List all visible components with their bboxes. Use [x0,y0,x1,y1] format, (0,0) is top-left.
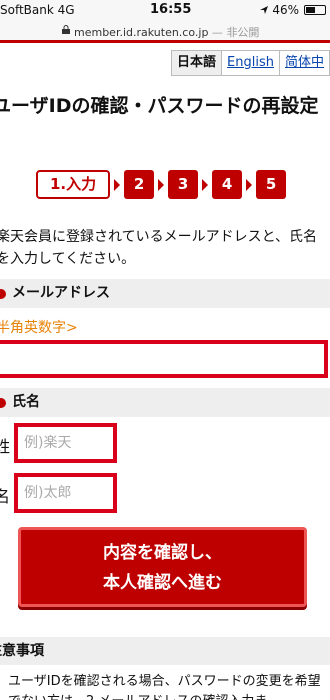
last-name-placeholder: 例)楽天 [24,435,72,451]
language-switcher: 日本語 English 简体中 [171,50,330,76]
last-name-input[interactable]: 例)楽天 [14,423,117,463]
clock: 16:55 [150,2,192,17]
notice-heading: 注意事項 [0,643,44,659]
private-label: 非公開 [226,26,260,39]
notice-header: 注意事項 [0,637,330,665]
first-name-label: 名 [0,487,11,506]
location-icon [260,6,269,14]
page-title: ユーザIDの確認・パスワードの再設定 [0,95,319,117]
battery-icon [304,5,326,15]
lang-english[interactable]: English [222,51,280,75]
email-section-header: メールアドレス [0,279,330,308]
address-bar[interactable]: member.id.rakuten.co.jp — 非公開 [0,22,330,40]
step-3: 3 [168,170,199,199]
step-current: 1.入力 [36,170,111,199]
carrier-label: SoftBank 4G [0,3,75,17]
name-label: 氏名 [12,394,40,410]
first-name-input[interactable]: 例)太郎 [14,473,117,513]
required-icon [0,289,6,299]
url-host: member.id.rakuten.co.jp [74,26,209,39]
step-4: 4 [212,170,243,199]
url-text: member.id.rakuten.co.jp — 非公開 [74,24,259,40]
email-input[interactable] [0,340,328,378]
status-bar: SoftBank 4G 16:55 46% [0,0,330,22]
step-indicator: 1.入力 2 3 4 5 [36,170,287,199]
intro-text: 楽天会員に登録されているメールアドレスと、氏名を入力してください。 [0,229,318,267]
step-arrow-icon [114,178,121,191]
step-2: 2 [124,170,155,199]
status-right: 46% [259,3,326,17]
step-arrow-icon [202,178,209,191]
first-name-placeholder: 例)太郎 [24,485,72,501]
url-separator: — [208,26,227,39]
lang-chinese[interactable]: 简体中 [279,51,329,75]
notice-text: ユーザIDを確認される場合、パスワードの変更を希望でない方は、2.メールアドレス… [8,674,321,700]
step-arrow-icon [158,178,165,191]
name-section-header: 氏名 [0,388,330,417]
step-5: 5 [256,170,287,199]
header-rule [0,40,330,43]
last-name-label: 姓 [0,437,11,456]
confirm-button-line2: 本人確認へ進む [103,573,222,593]
email-format-note[interactable]: 半角英数字> [0,317,78,337]
battery-percent: 46% [272,3,299,17]
required-icon [0,398,6,408]
confirm-button[interactable]: 内容を確認し、 本人確認へ進む [18,527,307,607]
email-label: メールアドレス [12,285,110,301]
lang-japanese[interactable]: 日本語 [172,51,223,75]
lock-icon [62,25,70,34]
confirm-button-line1: 内容を確認し、 [103,543,222,563]
step-arrow-icon [246,178,253,191]
